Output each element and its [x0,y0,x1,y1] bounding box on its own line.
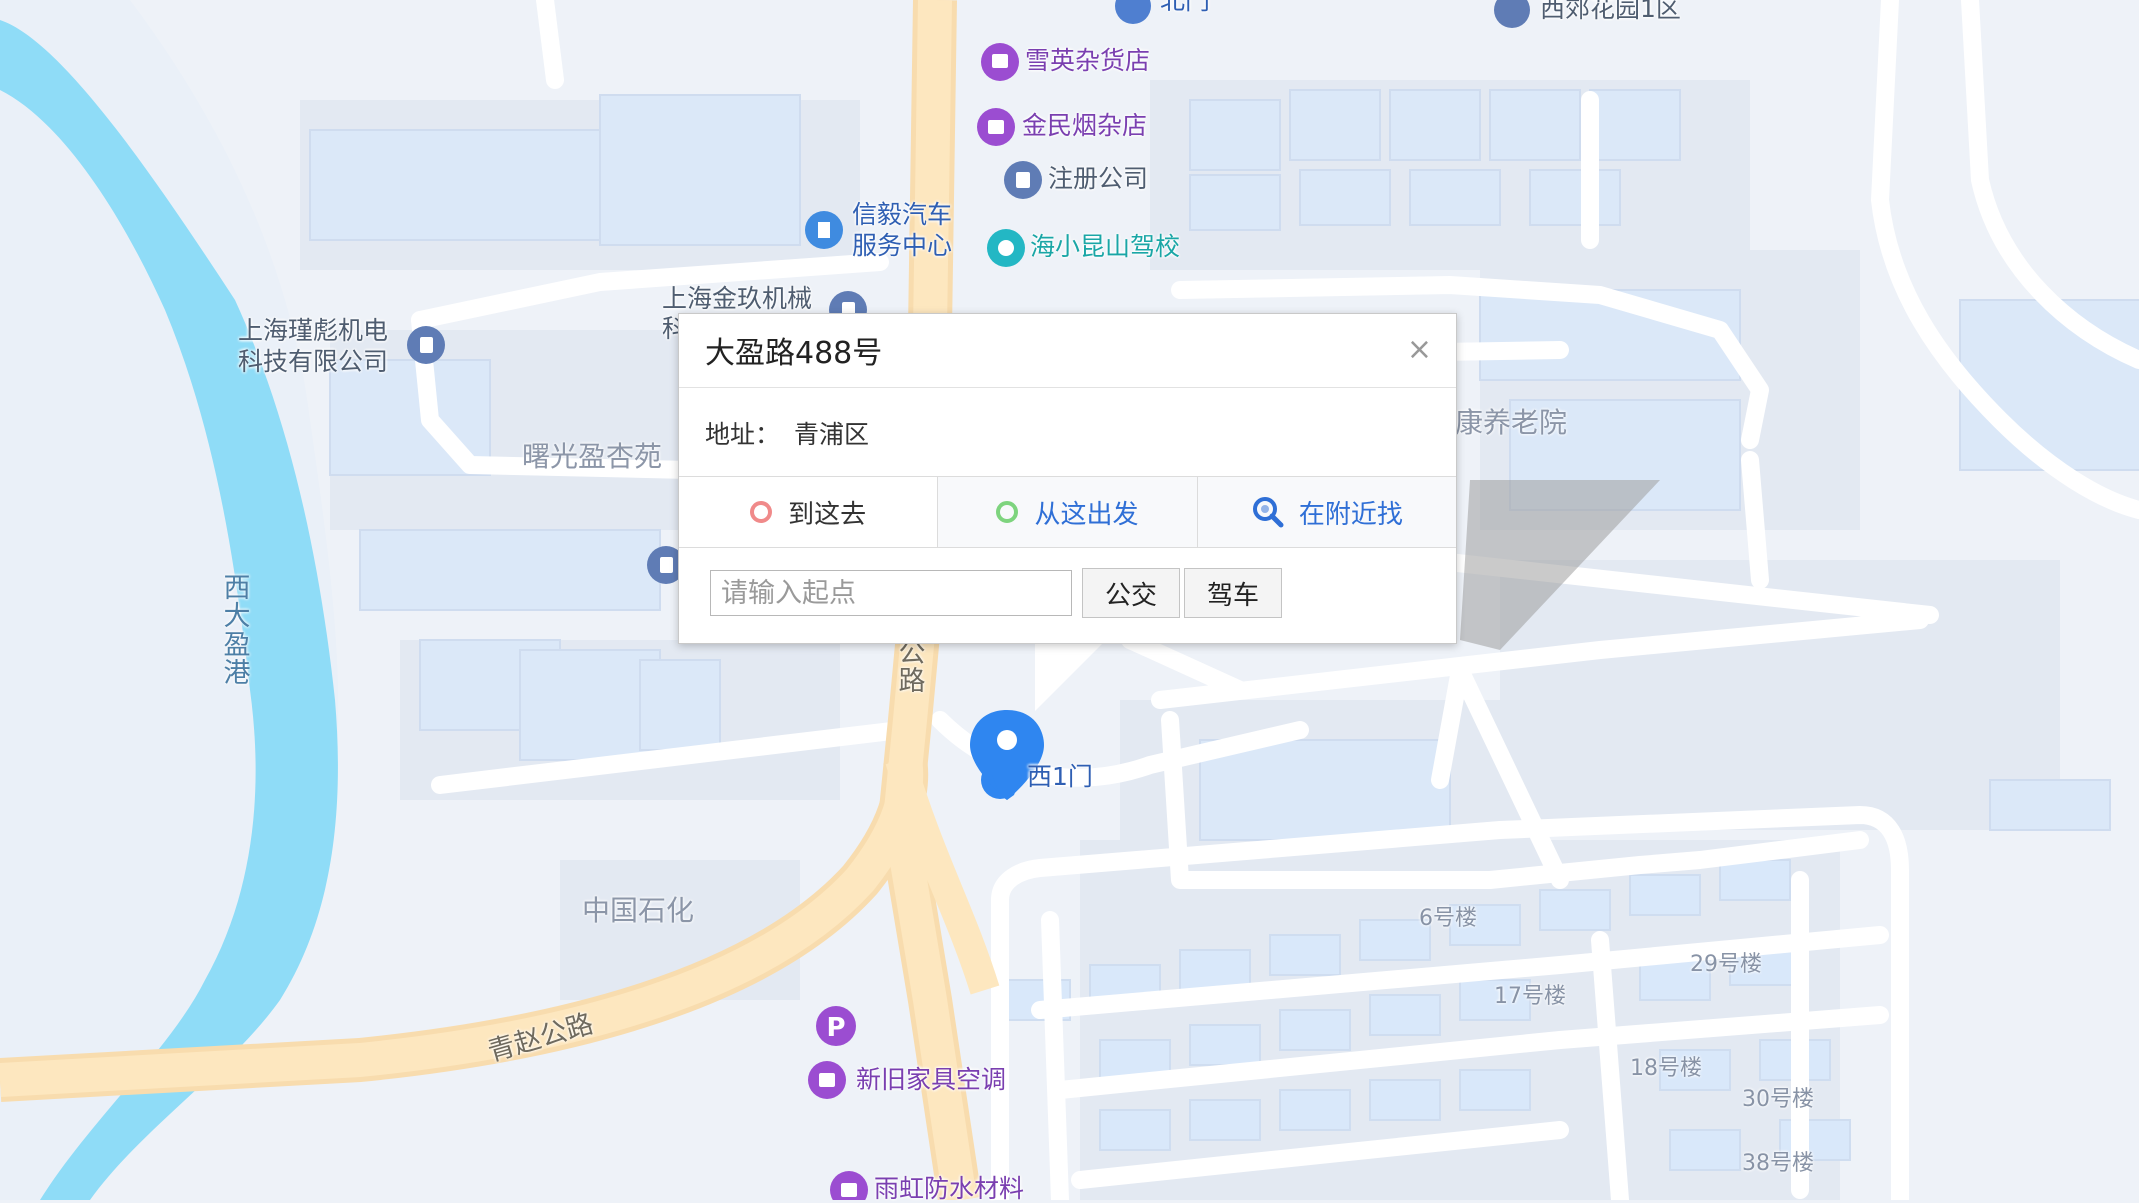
green-ring-icon [996,501,1019,523]
building-label-29: 29号楼 [1690,952,1762,977]
building-label-18: 18号楼 [1630,1056,1702,1081]
divider [679,387,1456,388]
poi-label-jinmin[interactable]: 金民烟杂店 [1022,112,1147,139]
area-label-zhongguo: 中国石化 [582,894,695,927]
poi-label-yuhong[interactable]: 雨虹防水材料 [874,1175,1024,1202]
river-label: 西大盈港 [223,573,251,690]
area-label-shuguang: 曙光盈杏苑 [522,440,663,473]
poi-label-xinyi-1[interactable]: 信毅汽车 [852,201,952,228]
drive-button[interactable]: 驾车 [1184,568,1283,618]
route-actions: 到这去 从这出发 在附近找 [679,476,1456,548]
poi-label-haixiao[interactable]: 海小昆山驾校 [1030,233,1180,260]
start-point-input[interactable] [710,570,1072,616]
poi-label-jinbin-1[interactable]: 上海瑾彪机电 [238,317,388,344]
poi-label-xinyi-2[interactable]: 服务中心 [852,232,952,259]
tab-start-here[interactable]: 从这出发 [938,477,1198,547]
tab-search-nearby[interactable]: 在附近找 [1197,477,1456,547]
start-search-row: 公交 驾车 [710,568,1283,618]
building-label-6: 6号楼 [1419,906,1477,931]
popup-title: 大盈路488号 [705,336,883,371]
poi-label-xueying[interactable]: 雪英杂货店 [1025,47,1150,74]
address-value: 青浦区 [794,420,870,449]
poi-label-jinjiu-1[interactable]: 上海金玖机械 [662,285,812,312]
bus-button[interactable]: 公交 [1082,568,1181,618]
road-label-vertical: 公路 [898,638,926,698]
magnifier-icon [1252,497,1284,528]
poi-label-xijiao[interactable]: 西郊花园1区 [1540,0,1681,22]
address-row: 地址： 青浦区 [705,415,869,451]
tab-search-nearby-label: 在附近找 [1298,499,1403,530]
poi-label-zhuce[interactable]: 注册公司 [1048,165,1148,192]
poi-label-gate-west[interactable]: 西1门 [1027,763,1093,790]
red-ring-icon [750,501,773,523]
area-label-kangyang: 康养老院 [1455,406,1568,439]
poi-label-jinbin-2[interactable]: 科技有限公司 [238,348,388,375]
building-label-17: 17号楼 [1494,984,1566,1009]
poi-label-jiaju[interactable]: 新旧家具空调 [856,1066,1006,1093]
tab-go-here[interactable]: 到这去 [679,477,939,547]
info-popup: 大盈路488号 × 地址： 青浦区 到这去 从这出发 在附近找 公交 驾车 [678,313,1457,644]
building-label-30: 30号楼 [1742,1087,1814,1112]
building-label-38: 38号楼 [1742,1151,1814,1176]
tab-go-here-label: 到这去 [788,499,867,530]
address-key: 地址： [705,420,781,449]
poi-label-gate-top[interactable]: 北门 [1160,0,1210,14]
svg-text:P: P [826,1013,845,1043]
popup-tail [1035,641,1105,711]
close-icon[interactable]: × [1407,332,1432,367]
tab-start-here-label: 从这出发 [1034,499,1139,530]
